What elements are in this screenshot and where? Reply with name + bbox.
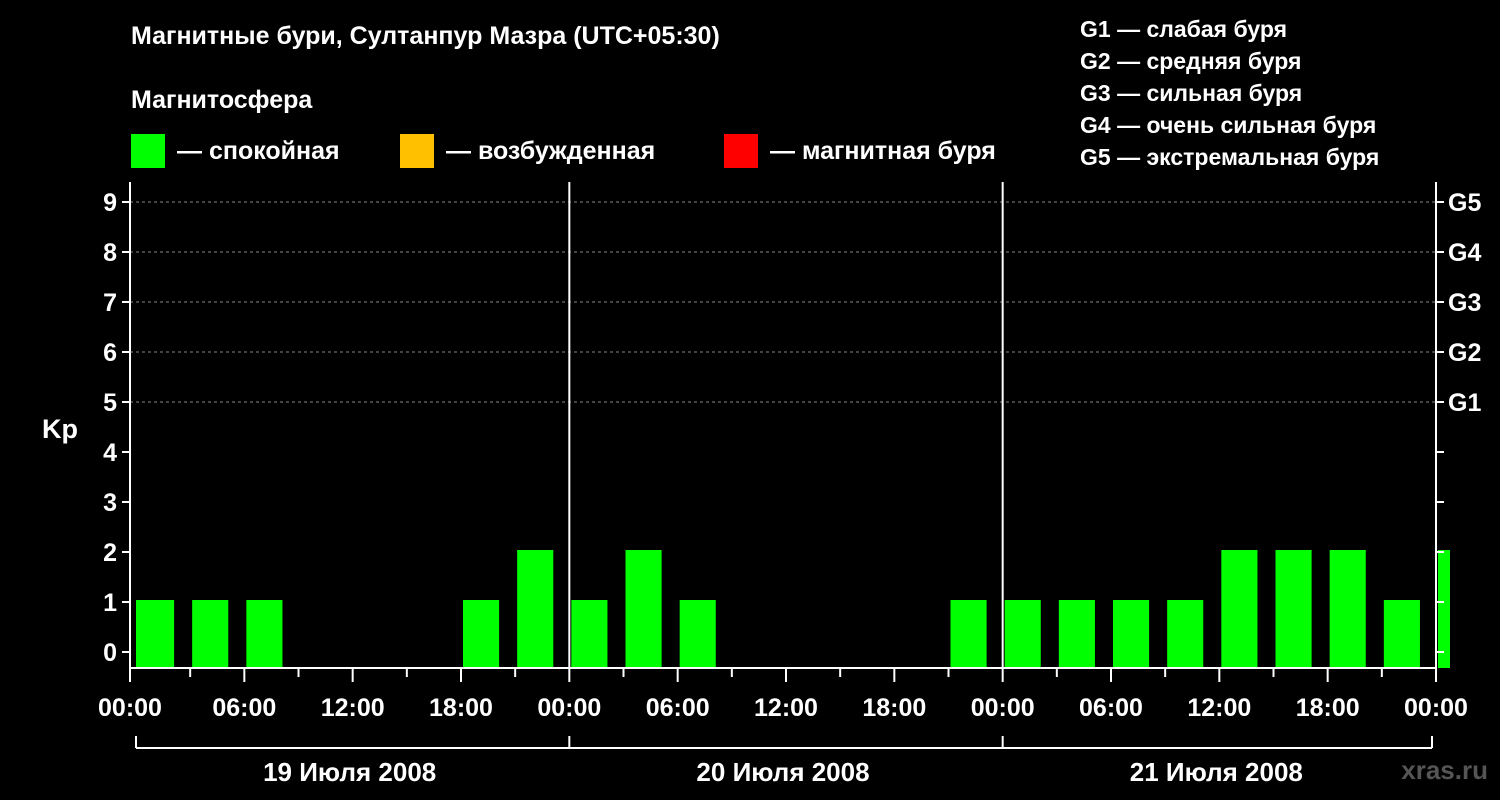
kp-bar (679, 600, 716, 668)
kp-bar (517, 550, 554, 668)
y-tick-label: 1 (103, 589, 117, 617)
y-tick-label: 6 (103, 339, 117, 367)
x-tick-label: 18:00 (1296, 694, 1360, 722)
kp-bar (950, 600, 987, 668)
x-tick-label: 06:00 (212, 694, 276, 722)
y-tick-label: 9 (103, 189, 117, 217)
kp-bar (1058, 600, 1095, 668)
watermark: xras.ru (1401, 755, 1488, 785)
x-tick-label: 00:00 (98, 694, 162, 722)
kp-bar (1329, 550, 1366, 668)
x-tick-label: 12:00 (1187, 694, 1251, 722)
kp-bar (625, 550, 662, 668)
x-tick-label: 00:00 (1404, 694, 1468, 722)
kp-bar (1438, 550, 1450, 668)
kp-bar (1275, 550, 1312, 668)
x-tick-label: 06:00 (646, 694, 710, 722)
kp-bar (1167, 600, 1204, 668)
kp-bar (1383, 600, 1420, 668)
y-tick-label: 0 (103, 639, 117, 667)
day-label: 21 Июля 2008 (1130, 757, 1303, 787)
kp-bar (1113, 600, 1150, 668)
x-tick-label: 12:00 (321, 694, 385, 722)
y-tick-label: 7 (103, 289, 117, 317)
x-tick-label: 00:00 (537, 694, 601, 722)
y-tick-label: 2 (103, 539, 117, 567)
y-tick-label: 4 (103, 439, 117, 467)
g-tick-label: G4 (1448, 239, 1481, 267)
kp-chart: 0 1 2 3 4 5 6 7 8 9 G1 G2 G3 G4 G5 Kp 00:00 06:00 12:00 18:… (42, 182, 1481, 787)
day-label: 19 Июля 2008 (263, 757, 436, 787)
kp-bar (571, 600, 608, 668)
x-tick-label: 12:00 (754, 694, 818, 722)
kp-bar (463, 600, 500, 668)
y-tick-label: 8 (103, 239, 117, 267)
kp-bar (246, 600, 283, 668)
g-tick-label: G1 (1448, 389, 1481, 417)
day-label: 20 Июля 2008 (696, 757, 869, 787)
kp-bar (1004, 600, 1041, 668)
x-tick-label: 00:00 (971, 694, 1035, 722)
kp-bar (1221, 550, 1258, 668)
kp-bar (136, 600, 175, 668)
y-tick-label: 3 (103, 489, 117, 517)
g-tick-label: G2 (1448, 339, 1481, 367)
x-tick-label: 18:00 (862, 694, 926, 722)
x-tick-label: 06:00 (1079, 694, 1143, 722)
kp-bar (192, 600, 229, 668)
g-tick-label: G3 (1448, 289, 1481, 317)
x-tick-label: 18:00 (429, 694, 493, 722)
y-tick-label: 5 (103, 389, 117, 417)
g-tick-label: G5 (1448, 189, 1481, 217)
y-axis-title: Kp (42, 414, 78, 444)
